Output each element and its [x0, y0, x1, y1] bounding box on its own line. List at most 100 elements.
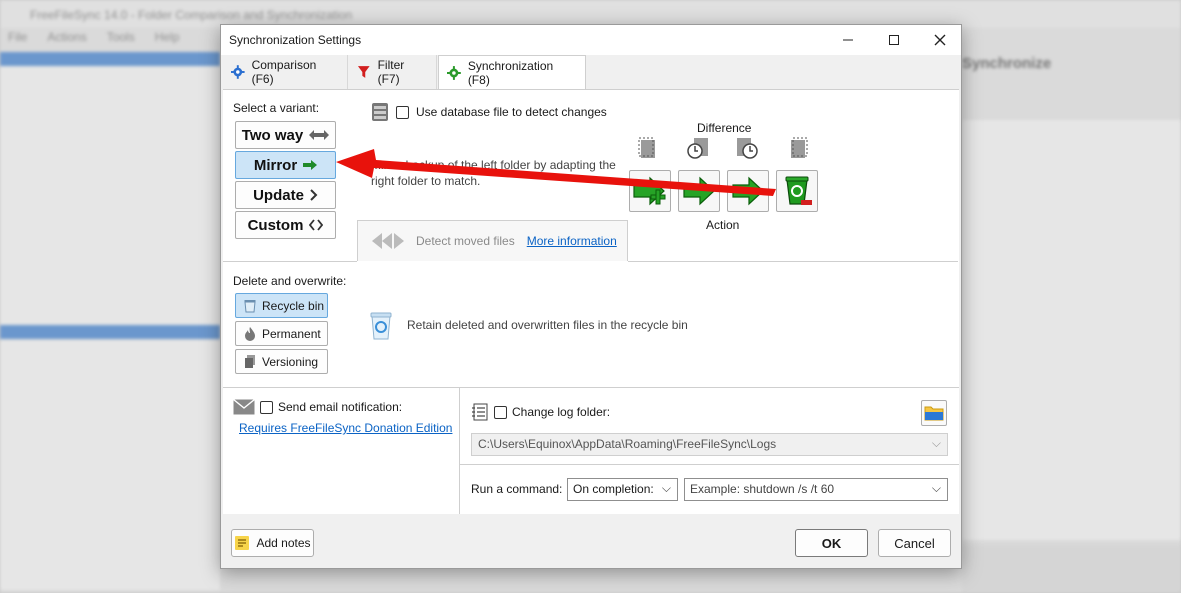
create-right-arrow-icon [633, 176, 666, 206]
tab-filter-label: Filter (F7) [377, 58, 405, 86]
divider [223, 261, 357, 262]
bg-menu-actions: Actions [47, 30, 87, 44]
bg-right-panel [962, 120, 1181, 540]
action-create-right-button[interactable] [629, 170, 671, 212]
right-arrow-icon [303, 160, 318, 170]
bg-left-panel-2 [0, 340, 220, 590]
funnel-icon [357, 66, 370, 78]
close-icon [934, 34, 946, 46]
variant-custom-label: Custom [247, 216, 304, 234]
variant-custom-button[interactable]: Custom [235, 211, 336, 239]
fire-icon [245, 326, 255, 341]
variant-two-way-label: Two way [241, 126, 304, 144]
donation-edition-link[interactable]: Requires FreeFileSync Donation Edition [239, 421, 452, 435]
browse-folder-button[interactable] [921, 400, 947, 426]
delete-permanent-button[interactable]: Permanent [235, 321, 328, 346]
tab-comparison[interactable]: Comparison (F6) [223, 55, 348, 89]
tab-synchronization-label: Synchronization (F8) [467, 59, 554, 87]
bg-menu-file: File [8, 30, 28, 44]
email-notification-option: Send email notification: [233, 399, 402, 415]
detect-moved-box: Detect moved files More information [357, 220, 628, 261]
bg-panel-header-2 [0, 325, 220, 339]
right-newer-icon [737, 138, 758, 159]
bg-status-bar [962, 545, 1181, 593]
tab-filter[interactable]: Filter (F7) [349, 55, 437, 89]
variant-description: Mirror backup of the left folder by adap… [371, 158, 616, 188]
database-checkbox-label: Use database file to detect changes [416, 105, 607, 119]
bg-menu-help: Help [154, 30, 180, 44]
versioning-icon [245, 354, 255, 368]
retain-text: Retain deleted and overwritten files in … [407, 318, 688, 332]
maximize-button[interactable] [871, 25, 917, 55]
command-timing-select[interactable]: On completion: ⌵ [567, 478, 678, 501]
bg-menu: File Actions Tools Help [0, 30, 220, 50]
command-input[interactable]: Example: shutdown /s /t 60 ⌵ [684, 478, 948, 501]
delete-overwrite-label: Delete and overwrite: [233, 274, 347, 288]
delete-versioning-button[interactable]: Versioning [235, 349, 328, 374]
ok-button[interactable]: OK [795, 529, 868, 557]
action-overwrite-right-button[interactable] [678, 170, 720, 212]
database-checkbox[interactable] [396, 105, 409, 119]
action-overwrite-right-button-2[interactable] [727, 170, 769, 212]
detect-moved-icon [372, 233, 404, 249]
tab-bar: Comparison (F6) Filter (F7) Synchronizat… [221, 55, 961, 90]
gear-icon [447, 66, 461, 80]
command-timing-value: On completion: [573, 482, 654, 496]
chevron-right-icon [310, 189, 318, 201]
recycle-bin-icon [244, 299, 256, 312]
add-notes-label: Add notes [256, 536, 311, 550]
add-notes-button[interactable]: Add notes [231, 529, 314, 557]
delete-recycle-bin-button[interactable]: Recycle bin [235, 293, 328, 318]
permanent-label: Permanent [262, 326, 321, 341]
detect-moved-label: Detect moved files [416, 234, 515, 248]
gear-icon [231, 65, 245, 79]
log-path-field[interactable]: C:\Users\Equinox\AppData\Roaming\FreeFil… [471, 433, 948, 456]
bg-menu-tools: Tools [106, 30, 135, 44]
bg-panel-header [0, 52, 220, 66]
tab-comparison-label: Comparison (F6) [251, 58, 317, 86]
change-log-folder-option: Change log folder: [471, 403, 610, 421]
bg-sync-label: Synchronize [962, 55, 1052, 72]
variant-two-way-button[interactable]: Two way [235, 121, 336, 149]
divider [223, 387, 959, 388]
notes-icon [235, 536, 250, 550]
email-checkbox[interactable] [260, 400, 273, 414]
folder-icon [924, 406, 944, 421]
retain-info: Retain deleted and overwritten files in … [369, 310, 688, 340]
left-newer-icon [687, 138, 708, 159]
minimize-button[interactable] [825, 25, 871, 55]
chevron-down-icon: ⌵ [931, 481, 941, 495]
right-only-file-icon [791, 137, 808, 158]
more-information-link[interactable]: More information [527, 234, 617, 248]
dialog-title: Synchronization Settings [229, 33, 362, 47]
action-label: Action [706, 218, 740, 232]
variant-update-button[interactable]: Update [235, 181, 336, 209]
cancel-button[interactable]: Cancel [878, 529, 951, 557]
log-file-icon [472, 403, 488, 421]
chevron-down-icon: ⌵ [661, 481, 671, 495]
variant-update-label: Update [253, 186, 304, 204]
overwrite-right-arrow-icon [732, 176, 764, 206]
database-icon [372, 103, 388, 121]
variant-mirror-button[interactable]: Mirror [235, 151, 336, 179]
select-variant-label: Select a variant: [233, 101, 320, 115]
change-log-checkbox[interactable] [494, 405, 507, 419]
command-placeholder: Example: shutdown /s /t 60 [690, 482, 835, 496]
vertical-divider [459, 388, 460, 514]
angle-brackets-icon [309, 219, 324, 231]
minimize-icon [843, 39, 853, 41]
versioning-label: Versioning [262, 354, 319, 369]
chevron-down-icon: ⌵ [931, 436, 941, 450]
bg-app-title: FreeFileSync 14.0 - Folder Comparison an… [30, 8, 353, 22]
tab-synchronization[interactable]: Synchronization (F8) [438, 55, 586, 90]
recycle-bin-large-icon [370, 312, 392, 340]
variant-mirror-label: Mirror [253, 156, 298, 174]
envelope-icon [233, 399, 255, 415]
action-delete-right-button[interactable] [776, 170, 818, 212]
close-button[interactable] [917, 25, 963, 55]
difference-label: Difference [697, 121, 752, 135]
ok-label: OK [821, 535, 842, 551]
email-label: Send email notification: [278, 400, 403, 414]
divider [459, 464, 959, 465]
log-path-value: C:\Users\Equinox\AppData\Roaming\FreeFil… [478, 437, 777, 451]
